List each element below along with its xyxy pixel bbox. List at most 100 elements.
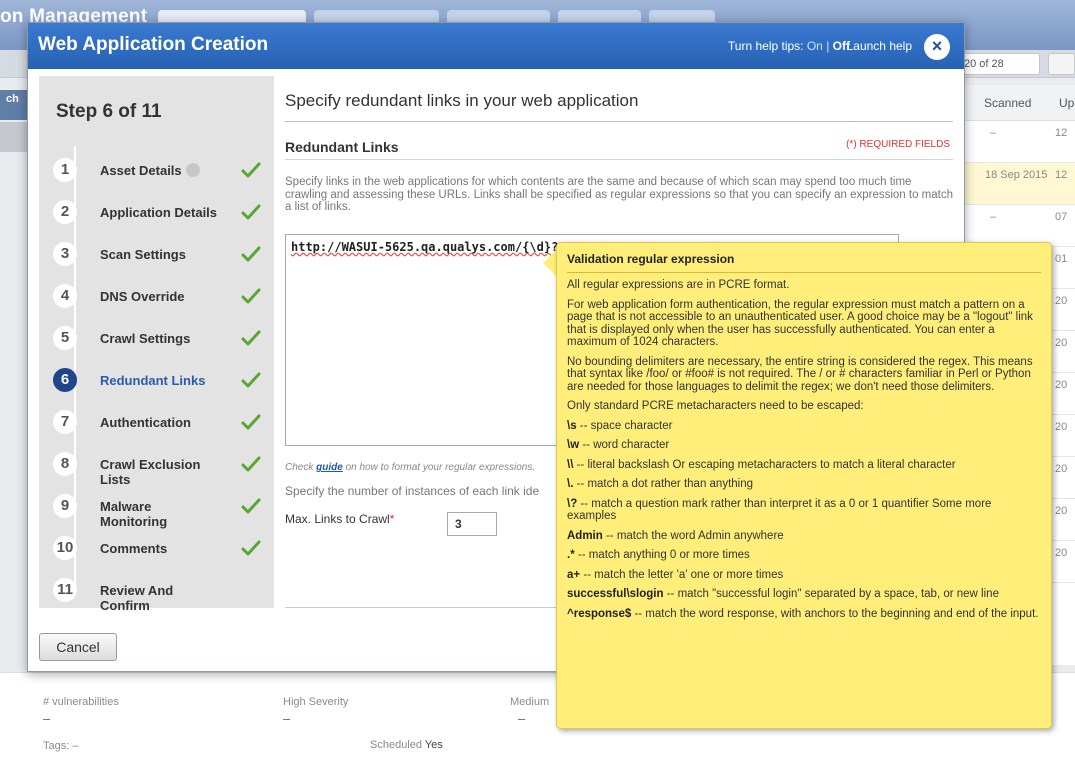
divider [285, 159, 953, 160]
cancel-button[interactable]: Cancel [39, 633, 117, 661]
max-links-label: Max. Links to Crawl* [285, 512, 395, 526]
step-number: 9 [53, 494, 77, 518]
tooltip-divider [567, 272, 1041, 273]
step-item[interactable]: 4 DNS Override [39, 281, 274, 321]
tooltip-text: Only standard PCRE metacharacters need t… [567, 400, 864, 412]
textarea-value: http://WASUI-5625.qa.qualys.com/{\d}? [291, 240, 559, 254]
step-label: Authentication [100, 415, 191, 430]
scheduled-value: Yes [424, 739, 443, 751]
table-header-up[interactable]: Up [1045, 85, 1075, 121]
max-links-input[interactable]: 3 [447, 512, 497, 536]
updated-cell: 20 [1055, 421, 1068, 433]
step-item[interactable]: 8 Crawl Exclusion Lists [39, 449, 274, 489]
tooltip-paragraph: No bounding delimiters are necessary, th… [567, 356, 1043, 394]
checkmark-icon [241, 413, 261, 431]
table-row[interactable]: – 12 [950, 121, 1075, 163]
step-label: DNS Override [100, 289, 185, 304]
guide-hint: Check guide on how to format your regula… [285, 462, 536, 473]
table-row[interactable]: – 07 [950, 205, 1075, 247]
step-label: Review And Confirm [100, 583, 174, 613]
tooltip-text: -- match "successful login" separated by… [663, 588, 999, 600]
tooltip-text: -- match the letter 'a' one or more time… [580, 568, 784, 581]
step-number: 1 [53, 158, 77, 182]
checkmark-icon [241, 329, 261, 347]
help-tips-separator: | [826, 39, 830, 53]
help-tooltip: Validation regular expression All regula… [556, 242, 1052, 729]
tooltip-pattern: a+ [567, 568, 581, 581]
help-tips-on[interactable]: On [807, 39, 823, 53]
checkmark-icon [241, 161, 261, 179]
scanned-cell: 18 Sep 2015 [985, 169, 1048, 181]
close-button[interactable]: × [924, 34, 950, 60]
vulnerabilities-label: # vulnerabilities [43, 696, 119, 708]
step-item[interactable]: 11 Review And Confirm [39, 575, 274, 615]
step-number: 4 [53, 284, 77, 308]
updated-cell: 01 [1055, 253, 1068, 265]
tooltip-pattern: \? [567, 497, 578, 510]
medium-value: – [518, 711, 526, 726]
dialog-title: Web Application Creation [38, 34, 269, 55]
pager-label: 20 of 28 [960, 53, 1040, 75]
step-number: 6 [53, 368, 77, 392]
dialog-header: Web Application Creation Turn help tips:… [28, 23, 964, 69]
step-item[interactable]: 3 Scan Settings [39, 239, 274, 279]
step-item[interactable]: 1 Asset Details [39, 155, 274, 195]
tooltip-text: -- match a question mark rather than int… [567, 497, 992, 523]
scanned-cell: – [990, 127, 997, 139]
table-row[interactable]: 18 Sep 2015 12 [950, 163, 1075, 205]
tooltip-text: For web application form authentication,… [567, 298, 1033, 349]
step-number: 7 [53, 410, 77, 434]
step-item[interactable]: 2 Application Details [39, 197, 274, 237]
help-tips-toggle: Turn help tips: On | Off [728, 39, 850, 53]
updated-cell: 20 [1055, 547, 1068, 559]
step-number: 5 [53, 326, 77, 350]
section-description: Specify links in the web applications fo… [285, 176, 953, 213]
required-fields-note: (*) REQUIRED FIELDS [846, 139, 950, 150]
vulnerabilities-value: – [43, 711, 51, 726]
tooltip-pattern: ^response$ [567, 607, 632, 620]
divider [285, 121, 953, 122]
steps-title: Step 6 of 11 [56, 101, 162, 122]
guide-link[interactable]: guide [316, 462, 343, 473]
checkmark-icon [241, 245, 261, 263]
tooltip-paragraph: All regular expressions are in PCRE form… [567, 279, 1043, 292]
step-item[interactable]: 5 Crawl Settings [39, 323, 274, 363]
updated-cell: 12 [1055, 127, 1068, 139]
tooltip-pattern: Admin [567, 529, 603, 542]
search-tab[interactable]: ch [0, 90, 28, 120]
tooltip-paragraph: \? -- match a question mark rather than … [567, 498, 1043, 523]
tooltip-title: Validation regular expression [567, 252, 735, 266]
step-item[interactable]: 6 Redundant Links [39, 365, 274, 405]
tooltip-paragraph: \s -- space character [567, 420, 1043, 433]
step-label: Malware Monitoring [100, 499, 168, 529]
step-item[interactable]: 10 Comments [39, 533, 274, 573]
updated-cell: 07 [1055, 211, 1068, 223]
high-severity-label: High Severity [283, 696, 349, 708]
tooltip-paragraph: Only standard PCRE metacharacters need t… [567, 400, 1043, 413]
step-item[interactable]: 9 Malware Monitoring [39, 491, 274, 531]
step-item[interactable]: 7 Authentication [39, 407, 274, 447]
close-icon: × [931, 36, 943, 56]
updated-cell: 20 [1055, 379, 1068, 391]
tooltip-text: -- match anything 0 or more times [574, 549, 750, 561]
checkmark-icon [241, 497, 261, 515]
pager-button[interactable] [1048, 53, 1075, 75]
launch-help-link[interactable]: Launch help [847, 39, 912, 53]
tooltip-paragraph: \w -- word character [567, 439, 1043, 452]
info-icon[interactable] [185, 163, 200, 177]
tooltip-body: All regular expressions are in PCRE form… [567, 279, 1043, 627]
tooltip-paragraph: Admin -- match the word Admin anywhere [567, 530, 1043, 543]
section-title: Redundant Links [285, 139, 399, 155]
tooltip-text: -- match the word response, with anchors… [631, 607, 1039, 620]
step-label: Asset Details [100, 163, 220, 178]
tooltip-arrow [543, 250, 556, 276]
tooltip-text: -- literal backslash Or escaping metacha… [573, 458, 956, 471]
step-number: 3 [53, 242, 77, 266]
tooltip-text: -- word character [579, 439, 670, 451]
step-number: 2 [53, 200, 77, 224]
high-severity-value: – [283, 711, 291, 726]
tooltip-paragraph: .* -- match anything 0 or more times [567, 549, 1043, 562]
tooltip-pattern: successful\slogin [567, 588, 664, 600]
step-label: Crawl Settings [100, 331, 191, 346]
steps-sidebar: Step 6 of 11 1 Asset Details 2 Application … [39, 76, 274, 613]
